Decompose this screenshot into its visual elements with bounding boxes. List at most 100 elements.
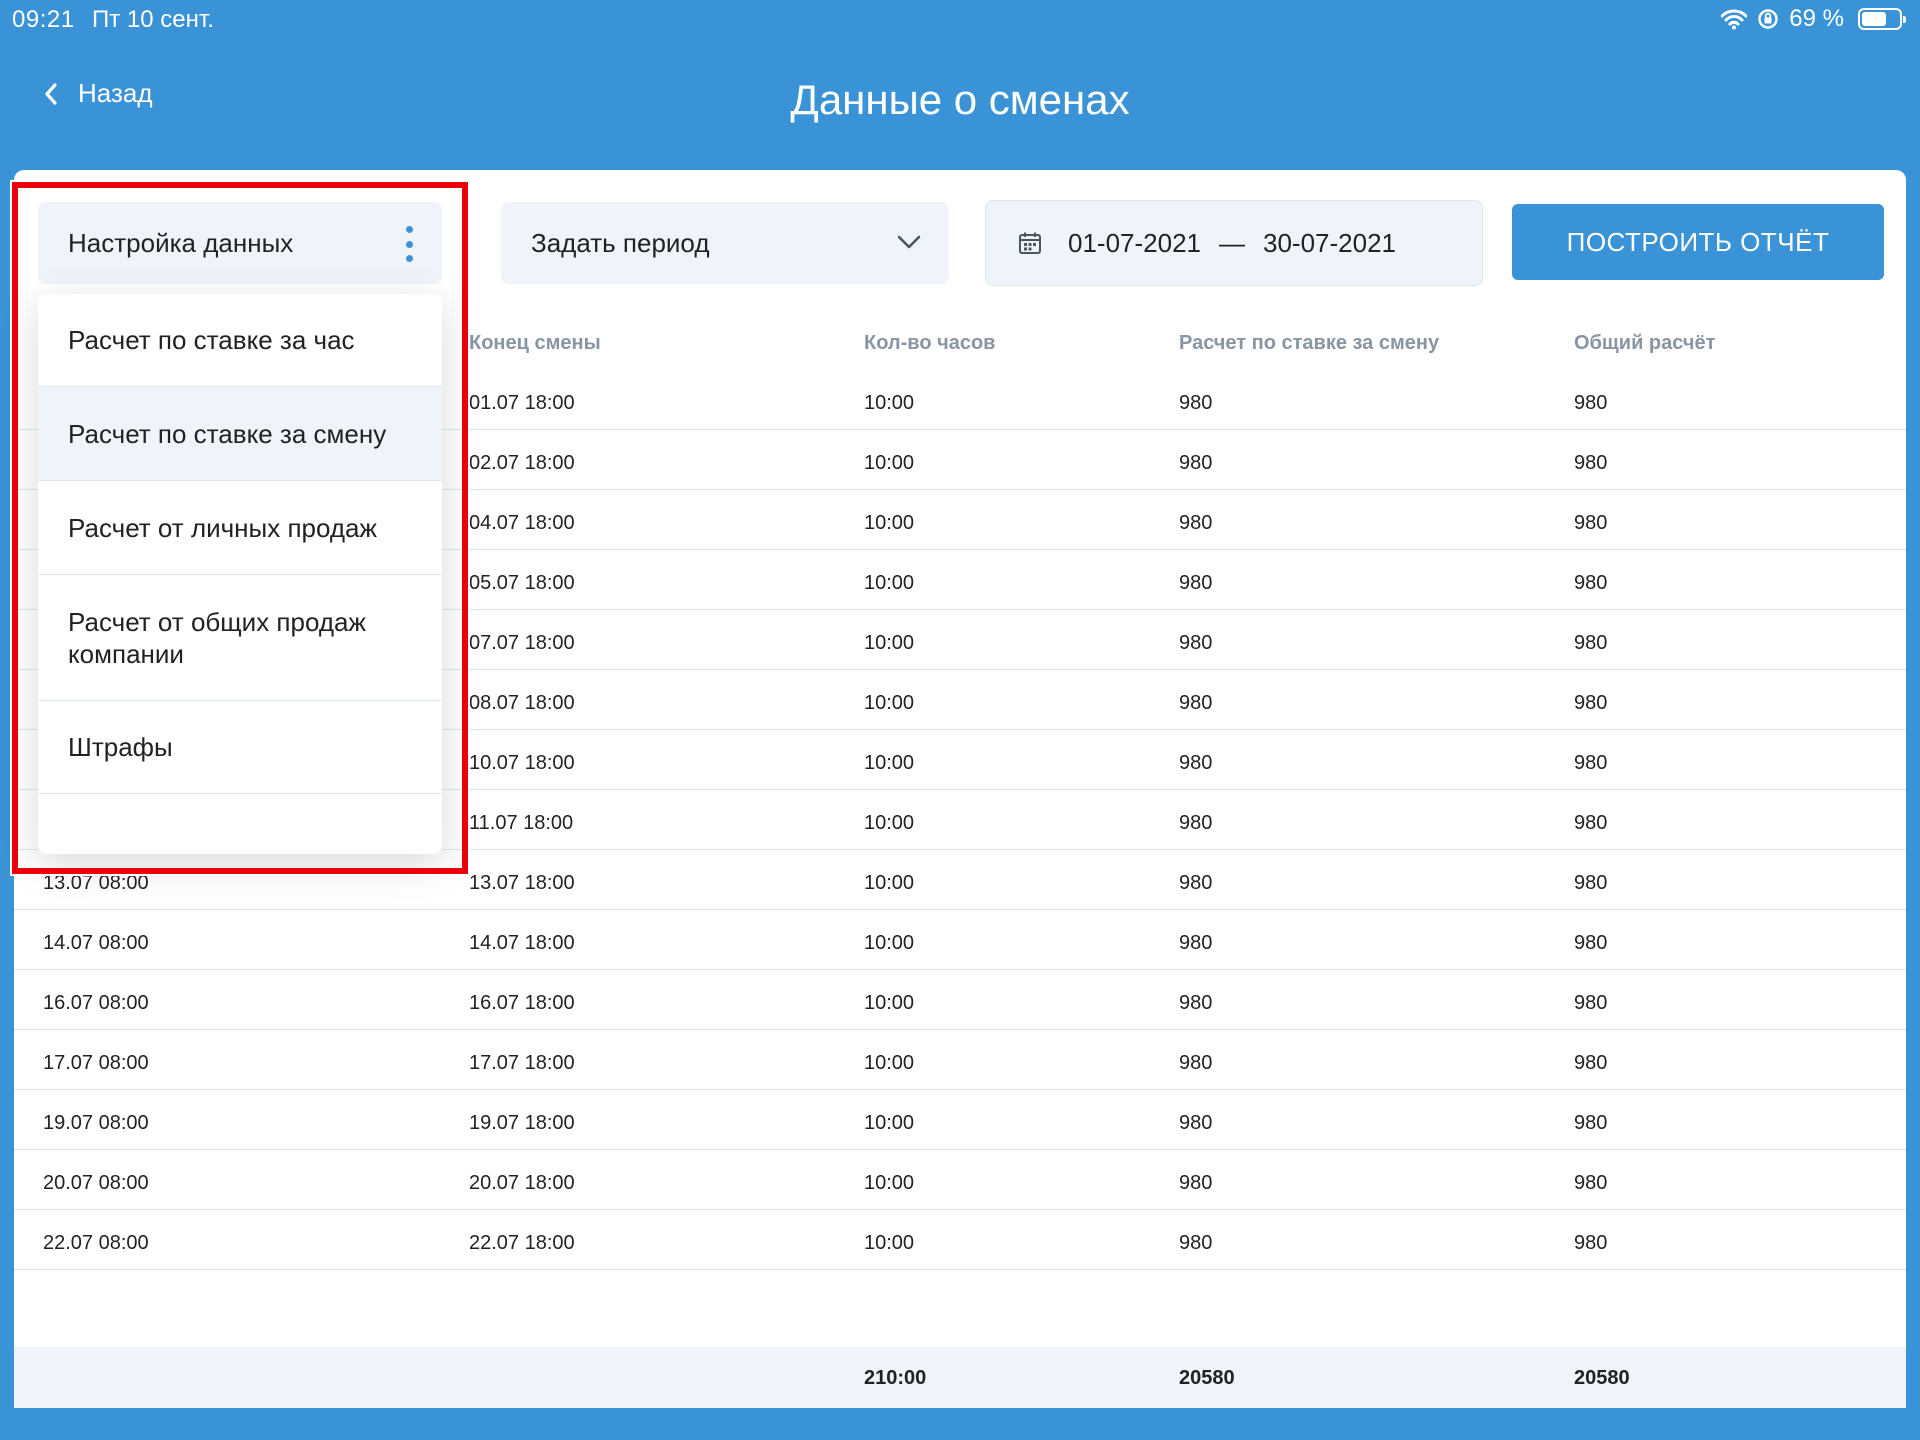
cell-hours: 10:00 (864, 932, 915, 954)
cell-start: 19.07 08:00 (43, 1112, 149, 1134)
orientation-lock-icon (1758, 9, 1778, 29)
cell-shift-rate: 980 (1179, 1172, 1213, 1194)
period-select[interactable]: Задать период (501, 202, 949, 284)
menu-item-bonuses[interactable]: Премии (38, 794, 442, 854)
cell-total: 980 (1574, 692, 1608, 714)
table-row: 13.07 08:00 13.07 18:00 10:00 980 980 (14, 850, 1906, 910)
status-indicators: 69 % (1721, 5, 1906, 33)
table-row: 22.07 08:00 22.07 18:00 10:00 980 980 (14, 1210, 1906, 1270)
cell-start: 22.07 08:00 (43, 1232, 149, 1254)
cell-end: 02.07 18:00 (469, 452, 575, 474)
cell-total: 980 (1574, 872, 1608, 894)
cell-shift-rate: 980 (1179, 1232, 1213, 1254)
cell-total: 980 (1574, 1052, 1608, 1074)
cell-start: 14.07 08:00 (43, 932, 149, 954)
cell-total: 980 (1574, 632, 1608, 654)
total-overall: 20580 (1574, 1367, 1630, 1389)
column-header-hours: Кол-во часов (864, 332, 996, 354)
date-to[interactable]: 30-07-2021 (1263, 228, 1396, 259)
more-vertical-icon[interactable] (406, 226, 414, 262)
cell-shift-rate: 980 (1179, 572, 1213, 594)
cell-end: 05.07 18:00 (469, 572, 575, 594)
table-row: 17.07 08:00 17.07 18:00 10:00 980 980 (14, 1030, 1906, 1090)
table-row: 20.07 08:00 20.07 18:00 10:00 980 980 (14, 1150, 1906, 1210)
menu-item-penalties[interactable]: Штрафы (38, 701, 442, 794)
total-hours: 210:00 (864, 1367, 927, 1389)
cell-total: 980 (1574, 392, 1608, 414)
battery-icon (1858, 8, 1906, 30)
cell-start: 13.07 08:00 (43, 872, 149, 894)
cell-end: 11.07 18:00 (469, 812, 574, 834)
cell-hours: 10:00 (864, 1232, 915, 1254)
cell-hours: 10:00 (864, 752, 915, 774)
cell-shift-rate: 980 (1179, 692, 1213, 714)
cell-total: 980 (1574, 512, 1608, 534)
cell-end: 13.07 18:00 (469, 872, 575, 894)
cell-total: 980 (1574, 1172, 1608, 1194)
totals-row: 210:00 20580 20580 (14, 1347, 1906, 1408)
cell-end: 08.07 18:00 (469, 692, 575, 714)
cell-start: 16.07 08:00 (43, 992, 149, 1014)
page-title: Данные о сменах (790, 76, 1130, 123)
cell-shift-rate: 980 (1179, 392, 1213, 414)
cell-end: 17.07 18:00 (469, 1052, 575, 1074)
table-row: 19.07 08:00 19.07 18:00 10:00 980 980 (14, 1090, 1906, 1150)
cell-end: 10.07 18:00 (469, 752, 575, 774)
battery-percent: 69 % (1789, 5, 1844, 32)
cell-hours: 10:00 (864, 392, 915, 414)
cell-hours: 10:00 (864, 812, 915, 834)
column-header-total: Общий расчёт (1574, 332, 1716, 354)
data-settings-select[interactable]: Настройка данных (38, 202, 442, 284)
cell-end: 14.07 18:00 (469, 932, 575, 954)
wifi-icon (1721, 9, 1748, 30)
cell-shift-rate: 980 (1179, 632, 1213, 654)
date-range-field[interactable]: 01-07-2021 — 30-07-2021 (985, 200, 1483, 286)
cell-end: 20.07 18:00 (469, 1172, 575, 1194)
cell-total: 980 (1574, 932, 1608, 954)
cell-shift-rate: 980 (1179, 1052, 1213, 1074)
cell-hours: 10:00 (864, 872, 915, 894)
cell-hours: 10:00 (864, 1172, 915, 1194)
build-report-button[interactable]: ПОСТРОИТЬ ОТЧЁТ (1512, 204, 1884, 280)
battery-level (1862, 12, 1887, 26)
cell-hours: 10:00 (864, 1052, 915, 1074)
cell-shift-rate: 980 (1179, 932, 1213, 954)
cell-hours: 10:00 (864, 1112, 915, 1134)
period-select-label: Задать период (531, 227, 710, 258)
cell-hours: 10:00 (864, 572, 915, 594)
status-time: 09:21 (12, 6, 75, 33)
menu-item-hourly-rate[interactable]: Расчет по ставке за час (38, 294, 442, 387)
cell-hours: 10:00 (864, 692, 915, 714)
cell-shift-rate: 980 (1179, 512, 1213, 534)
cell-shift-rate: 980 (1179, 812, 1213, 834)
cell-end: 22.07 18:00 (469, 1232, 575, 1254)
cell-shift-rate: 980 (1179, 872, 1213, 894)
table-row: 14.07 08:00 14.07 18:00 10:00 980 980 (14, 910, 1906, 970)
status-date: Пт 10 сент. (92, 6, 214, 33)
cell-total: 980 (1574, 452, 1608, 474)
menu-item-personal-sales[interactable]: Расчет от личных продаж (38, 481, 442, 575)
cell-start: 20.07 08:00 (43, 1172, 149, 1194)
cell-end: 01.07 18:00 (469, 392, 575, 414)
cell-hours: 10:00 (864, 512, 915, 534)
column-header-end: Конец смены (469, 332, 601, 354)
cell-total: 980 (1574, 1232, 1608, 1254)
cell-total: 980 (1574, 992, 1608, 1014)
chevron-down-icon (897, 235, 921, 249)
date-from[interactable]: 01-07-2021 (1068, 228, 1201, 259)
column-header-shift-rate: Расчет по ставке за смену (1179, 332, 1440, 354)
cell-end: 19.07 18:00 (469, 1112, 575, 1134)
menu-item-company-sales[interactable]: Расчет от общих продаж компании (38, 575, 442, 701)
menu-item-shift-rate[interactable]: Расчет по ставке за смену (38, 387, 442, 481)
cell-shift-rate: 980 (1179, 992, 1213, 1014)
cell-shift-rate: 980 (1179, 452, 1213, 474)
cell-shift-rate: 980 (1179, 752, 1213, 774)
cell-total: 980 (1574, 1112, 1608, 1134)
cell-end: 04.07 18:00 (469, 512, 575, 534)
cell-start: 17.07 08:00 (43, 1052, 149, 1074)
data-settings-dropdown: Расчет по ставке за час Расчет по ставке… (38, 294, 442, 854)
cell-shift-rate: 980 (1179, 1112, 1213, 1134)
cell-total: 980 (1574, 812, 1608, 834)
status-bar: 09:21 Пт 10 сент. 69 % (0, 0, 1920, 40)
cell-hours: 10:00 (864, 452, 915, 474)
